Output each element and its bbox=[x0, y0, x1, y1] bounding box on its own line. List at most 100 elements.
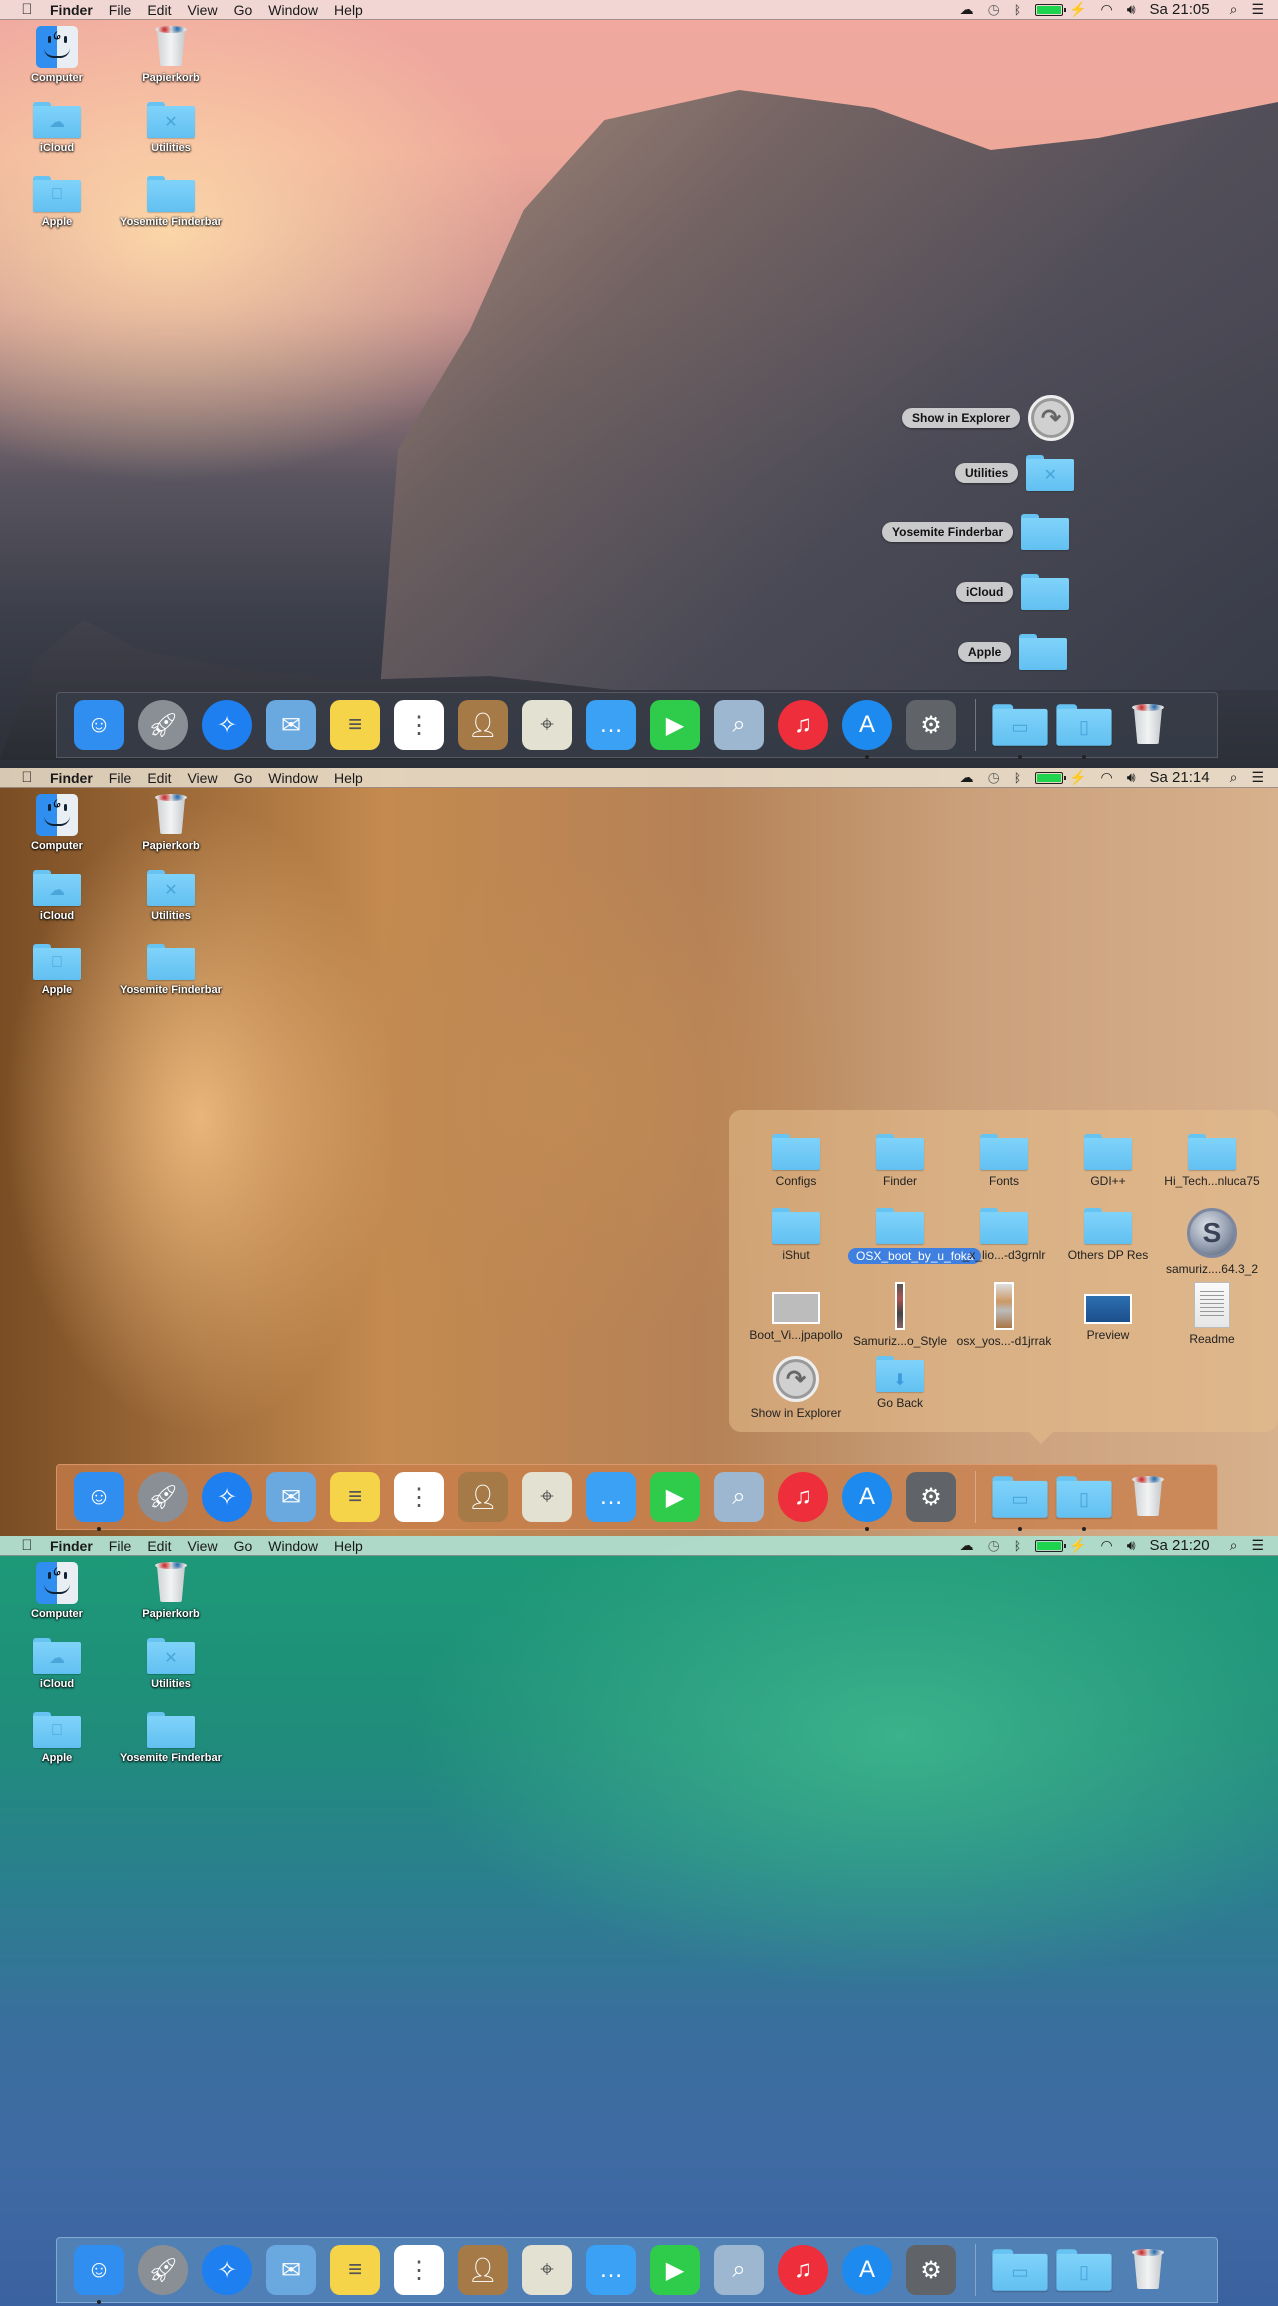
dock-item-messages[interactable]: … bbox=[584, 1470, 638, 1524]
desktop-icon-trash[interactable]: Papierkorb bbox=[116, 1562, 226, 1622]
dock-stack-applications[interactable]: ▭ bbox=[992, 1470, 1048, 1531]
dock-item-app-store[interactable]: A bbox=[840, 1470, 894, 1531]
menu-window[interactable]: Window bbox=[268, 1538, 318, 1554]
cloud-icon[interactable]: ☁ bbox=[960, 1, 974, 18]
dock-item-messages[interactable]: … bbox=[584, 698, 638, 752]
dock-item-itunes[interactable]: ♫ bbox=[776, 1470, 830, 1524]
dock-item-system-preferences[interactable]: ⚙ bbox=[904, 698, 958, 752]
desktop-icon-computer[interactable]: Computer bbox=[2, 26, 112, 86]
menu-help[interactable]: Help bbox=[334, 770, 363, 786]
stack-grid-item[interactable]: OSX_boot_by_u_foka bbox=[848, 1208, 982, 1265]
dock-item-itunes[interactable]: ♫ bbox=[776, 698, 830, 752]
menu-view[interactable]: View bbox=[187, 770, 217, 786]
desktop-icon-computer[interactable]: Computer bbox=[2, 1562, 112, 1622]
notification-center-icon[interactable]: ☰ bbox=[1251, 769, 1264, 786]
stack-grid-item[interactable]: Others DP Res bbox=[1056, 1208, 1160, 1264]
dock-item-reminders[interactable]: ⋮ bbox=[392, 1470, 446, 1524]
stack-grid-item[interactable]: Boot_Vi...jpapollo bbox=[744, 1282, 848, 1344]
dock-stack-documents[interactable]: ▯ bbox=[1056, 1470, 1112, 1531]
dock-item-system-preferences[interactable]: ⚙ bbox=[904, 2243, 958, 2297]
dock-item-maps[interactable]: ⌖ bbox=[520, 1470, 574, 1524]
desktop-icon-trash[interactable]: Papierkorb bbox=[116, 794, 226, 854]
bluetooth-icon[interactable]: ᛒ bbox=[1014, 771, 1021, 785]
dock-item-notes[interactable]: ≡ bbox=[328, 1470, 382, 1524]
menu-help[interactable]: Help bbox=[334, 1538, 363, 1554]
spotlight-search-icon[interactable]: ⌕ bbox=[1230, 769, 1238, 786]
time-machine-icon[interactable]: ◷ bbox=[988, 769, 1000, 786]
menu-file[interactable]: File bbox=[109, 1538, 132, 1554]
bluetooth-icon[interactable]: ᛒ bbox=[1014, 1539, 1021, 1553]
stack-grid-item[interactable]: iShut bbox=[744, 1208, 848, 1264]
menu-edit[interactable]: Edit bbox=[147, 770, 171, 786]
dock-item-preview[interactable]: ⌕ bbox=[712, 1470, 766, 1524]
dock-trash[interactable] bbox=[1121, 2243, 1175, 2297]
stack-grid-item[interactable]: Hi_Tech...nluca75 bbox=[1160, 1134, 1264, 1190]
fan-item-yosemite-finderbar[interactable]: Yosemite Finderbar bbox=[882, 514, 1070, 550]
stack-grid-item[interactable]: Configs bbox=[744, 1134, 848, 1190]
dock-item-finder[interactable]: ☺ bbox=[72, 1470, 126, 1531]
menu-go[interactable]: Go bbox=[234, 2, 253, 18]
cloud-icon[interactable]: ☁ bbox=[960, 769, 974, 786]
desktop-icon-apple[interactable]:  Apple bbox=[2, 176, 112, 230]
dock-item-launchpad[interactable]: 🚀︎ bbox=[136, 1470, 190, 1524]
dock-item-launchpad[interactable]: 🚀︎ bbox=[136, 2243, 190, 2297]
menu-window[interactable]: Window bbox=[268, 2, 318, 18]
dock-item-safari[interactable]: ✧ bbox=[200, 2243, 254, 2297]
dock-item-messages[interactable]: … bbox=[584, 2243, 638, 2297]
dock-item-contacts[interactable]: 👤︎ bbox=[456, 698, 510, 752]
stack-grid-item[interactable]: ↷ Show in Explorer bbox=[744, 1356, 848, 1422]
volume-icon[interactable]: 🔊︎ bbox=[1127, 769, 1136, 786]
dock-item-maps[interactable]: ⌖ bbox=[520, 2243, 574, 2297]
desktop-icon-apple[interactable]:  Apple bbox=[2, 944, 112, 998]
spotlight-search-icon[interactable]: ⌕ bbox=[1230, 1, 1238, 18]
dock-item-finder[interactable]: ☺ bbox=[72, 698, 126, 752]
dock-trash[interactable] bbox=[1121, 698, 1175, 752]
desktop-icon-icloud[interactable]: ☁ iCloud bbox=[2, 870, 112, 924]
dock-item-contacts[interactable]: 👤︎ bbox=[456, 1470, 510, 1524]
dock-item-finder[interactable]: ☺ bbox=[72, 2243, 126, 2304]
dock-stack-applications[interactable]: ▭ bbox=[992, 698, 1048, 759]
dock-item-launchpad[interactable]: 🚀︎ bbox=[136, 698, 190, 752]
dock-item-mail[interactable]: ✉ bbox=[264, 1470, 318, 1524]
dock-item-facetime[interactable]: ▶ bbox=[648, 698, 702, 752]
desktop-icon-trash[interactable]: Papierkorb bbox=[116, 26, 226, 86]
dock-trash[interactable] bbox=[1121, 1470, 1175, 1524]
stack-grid-item[interactable]: osx_yos...-d1jrrak bbox=[952, 1282, 1056, 1350]
battery-icon[interactable] bbox=[1035, 771, 1067, 784]
desktop-icon-utilities[interactable]: ✕ Utilities bbox=[116, 102, 226, 156]
fan-item-show-in-explorer[interactable]: Show in Explorer ↷ bbox=[902, 395, 1075, 441]
menu-go[interactable]: Go bbox=[234, 770, 253, 786]
dock-item-app-store[interactable]: A bbox=[840, 698, 894, 759]
menu-go[interactable]: Go bbox=[234, 1538, 253, 1554]
dock-item-facetime[interactable]: ▶ bbox=[648, 2243, 702, 2297]
volume-icon[interactable]: 🔊︎ bbox=[1127, 1537, 1136, 1554]
cloud-icon[interactable]: ☁ bbox=[960, 1537, 974, 1554]
dock-stack-documents[interactable]: ▯ bbox=[1056, 2243, 1112, 2297]
menubar-clock[interactable]: Sa 21:14 bbox=[1150, 769, 1210, 786]
dock-item-reminders[interactable]: ⋮ bbox=[392, 698, 446, 752]
dock-item-safari[interactable]: ✧ bbox=[200, 1470, 254, 1524]
dock-stack-documents[interactable]: ▯ bbox=[1056, 698, 1112, 759]
menu-help[interactable]: Help bbox=[334, 2, 363, 18]
menu-file[interactable]: File bbox=[109, 2, 132, 18]
menu-window[interactable]: Window bbox=[268, 770, 318, 786]
dock-item-mail[interactable]: ✉ bbox=[264, 2243, 318, 2297]
dock-item-app-store[interactable]: A bbox=[840, 2243, 894, 2297]
wifi-icon[interactable]: ◠ bbox=[1100, 769, 1112, 786]
time-machine-icon[interactable]: ◷ bbox=[988, 1, 1000, 18]
dock-item-safari[interactable]: ✧ bbox=[200, 698, 254, 752]
dock-item-preview[interactable]: ⌕ bbox=[712, 698, 766, 752]
stack-grid-item[interactable]: ⬇ Go Back bbox=[848, 1356, 952, 1412]
desktop-icon-yosemite-finderbar[interactable]: Yosemite Finderbar bbox=[116, 944, 226, 998]
dock-item-itunes[interactable]: ♫ bbox=[776, 2243, 830, 2297]
stack-grid-item[interactable]: _x_lio...-d3grnlr bbox=[952, 1208, 1056, 1264]
stack-grid-item[interactable]: Finder bbox=[848, 1134, 952, 1190]
menu-file[interactable]: File bbox=[109, 770, 132, 786]
wifi-icon[interactable]: ◠ bbox=[1100, 1, 1112, 18]
menubar-clock[interactable]: Sa 21:20 bbox=[1150, 1537, 1210, 1554]
fan-item-utilities[interactable]: Utilities ✕ bbox=[955, 455, 1075, 491]
volume-icon[interactable]: 🔊︎ bbox=[1127, 1, 1136, 18]
dock-item-preview[interactable]: ⌕ bbox=[712, 2243, 766, 2297]
stack-grid-item[interactable]: Ssamuriz....64.3_2 bbox=[1160, 1208, 1264, 1278]
apple-menu-icon[interactable]:  bbox=[16, 1, 38, 18]
